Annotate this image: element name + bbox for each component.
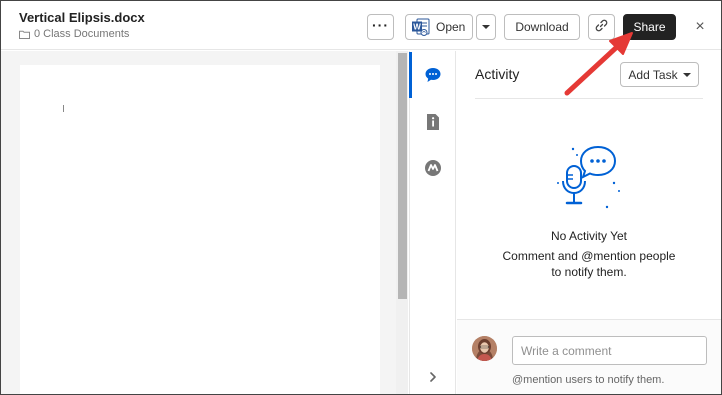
sidebar-nav — [409, 51, 456, 394]
breadcrumb[interactable]: 0 Class Documents — [19, 28, 129, 40]
caret-down-icon — [482, 25, 490, 29]
comment-input[interactable] — [512, 336, 707, 365]
more-options-button[interactable]: ··· — [367, 14, 394, 40]
folder-name[interactable]: 0 Class Documents — [34, 28, 129, 40]
document-scrollbar-thumb[interactable] — [398, 53, 407, 299]
open-button[interactable]: W Open — [405, 14, 473, 40]
active-tab-indicator — [409, 52, 412, 98]
word-icon: W — [411, 18, 430, 36]
box-skills-icon[interactable] — [424, 159, 442, 177]
ellipsis-icon: ··· — [372, 17, 389, 33]
chat-bubble-icon[interactable] — [424, 66, 442, 84]
document-preview[interactable] — [1, 51, 408, 394]
file-name: Vertical Elipsis.docx — [19, 10, 145, 25]
text-cursor — [63, 105, 64, 112]
chevron-right-icon[interactable] — [426, 370, 440, 384]
document-page[interactable] — [20, 65, 380, 394]
empty-state-description: Comment and @mention people to notify th… — [502, 249, 676, 279]
microphone-speech-icon — [552, 145, 626, 215]
panel-title: Activity — [475, 66, 520, 82]
open-label: Open — [436, 20, 466, 34]
annotation-arrow — [561, 29, 641, 99]
close-icon[interactable]: × — [693, 19, 707, 35]
file-preview-window: Vertical Elipsis.docx 0 Class Documents … — [0, 0, 722, 395]
folder-icon — [19, 30, 30, 39]
open-with-dropdown-button[interactable] — [476, 14, 496, 40]
caret-down-icon — [682, 72, 691, 77]
empty-state-title: No Activity Yet — [550, 229, 628, 243]
svg-text:W: W — [413, 23, 421, 32]
mention-hint: @mention users to notify them. — [512, 374, 665, 386]
info-icon[interactable] — [424, 113, 442, 131]
avatar — [472, 336, 497, 361]
